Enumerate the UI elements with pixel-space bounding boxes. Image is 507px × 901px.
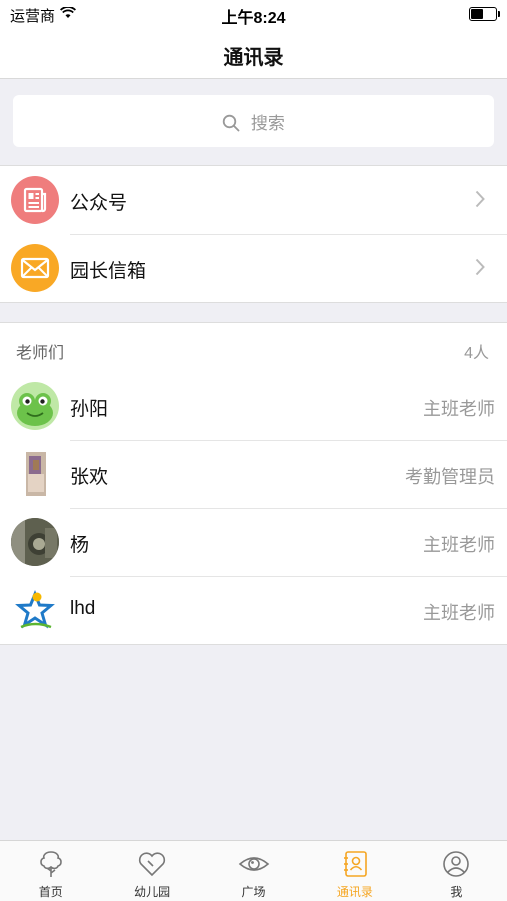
section-title: 老师们	[16, 345, 65, 362]
photo-avatar	[11, 518, 59, 566]
tab-label: 通讯录	[336, 885, 373, 899]
nav-bar: 通讯录	[0, 28, 507, 79]
contact-name: 张欢	[70, 467, 109, 488]
battery-level	[471, 9, 483, 19]
teacher-list: 孙阳 主班老师 张欢 考勤管理员 杨 主班老师 lhd 主班老师	[0, 372, 507, 645]
contact-role: 主班老师	[423, 535, 495, 555]
contact-row[interactable]: 杨 主班老师	[0, 508, 507, 576]
shortcut-list: 公众号 园长信箱	[0, 165, 507, 303]
chevron-right-icon	[475, 258, 485, 281]
photo-avatar	[11, 450, 59, 498]
tab-contacts[interactable]: 通讯录	[304, 841, 405, 901]
contact-row[interactable]: lhd 主班老师	[0, 576, 507, 644]
row-label: 公众号	[70, 193, 128, 214]
contact-role: 主班老师	[423, 603, 495, 623]
tab-kindergarten[interactable]: 幼儿园	[101, 841, 202, 901]
tab-label: 我	[450, 885, 463, 899]
chevron-right-icon	[475, 190, 485, 213]
status-bar: 运营商 上午8:24	[0, 0, 507, 28]
contact-role: 主班老师	[423, 399, 495, 419]
search-bar[interactable]: 搜索	[13, 95, 494, 147]
battery-icon	[469, 7, 500, 21]
page-title: 通讯录	[223, 47, 284, 69]
clock: 上午8:24	[221, 10, 286, 27]
star-logo-avatar	[11, 586, 59, 634]
tab-label: 首页	[38, 885, 63, 899]
row-label: 园长信箱	[70, 261, 147, 282]
tab-home[interactable]: 首页	[0, 841, 101, 901]
tab-label: 广场	[241, 885, 266, 899]
teachers-section-header: 老师们 4人	[0, 322, 507, 374]
contact-role: 考勤管理员	[405, 467, 495, 487]
member-count: 4人	[464, 345, 489, 362]
contact-name: lhd	[70, 598, 96, 619]
contact-row[interactable]: 孙阳 主班老师	[0, 372, 507, 440]
tab-label: 幼儿园	[134, 885, 171, 899]
tab-me[interactable]: 我	[406, 841, 507, 901]
tab-plaza[interactable]: 广场	[203, 841, 304, 901]
contact-row[interactable]: 张欢 考勤管理员	[0, 440, 507, 508]
search-placeholder: 搜索	[250, 114, 285, 133]
frog-avatar	[11, 382, 59, 430]
official-accounts-row[interactable]: 公众号	[0, 166, 507, 234]
contact-name: 孙阳	[70, 399, 109, 420]
tab-bar: 首页 幼儿园 广场 通讯录 我	[0, 840, 507, 901]
newspaper-icon	[11, 176, 59, 224]
envelope-icon	[11, 244, 59, 292]
contact-name: 杨	[70, 535, 90, 556]
search-icon	[222, 114, 251, 133]
principal-mailbox-row[interactable]: 园长信箱	[0, 234, 507, 302]
